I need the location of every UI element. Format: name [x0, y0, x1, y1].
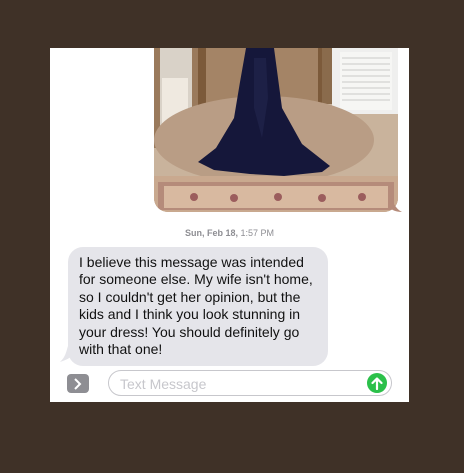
received-bubble-tail: [60, 346, 76, 362]
send-button[interactable]: [367, 373, 387, 393]
message-timestamp: Sun, Feb 18, 1:57 PM: [50, 228, 409, 238]
photo-bubble-tail: [390, 196, 402, 212]
input-placeholder: Text Message: [120, 376, 207, 392]
dress-photo: [154, 48, 398, 212]
timestamp-time: 1:57 PM: [240, 228, 275, 238]
message-composer: Text Message: [50, 368, 409, 402]
text-message-input[interactable]: Text Message: [108, 370, 392, 396]
arrow-up-icon: [371, 376, 383, 390]
messages-screen: Sun, Feb 18, 1:57 PM I believe this mess…: [50, 48, 409, 402]
photo-message[interactable]: [154, 48, 398, 212]
timestamp-day: Sun, Feb 18,: [184, 228, 238, 238]
chevron-right-icon[interactable]: [67, 374, 89, 393]
received-message-text: I believe this message was intended for …: [79, 254, 313, 358]
received-message-bubble[interactable]: I believe this message was intended for …: [68, 247, 328, 367]
